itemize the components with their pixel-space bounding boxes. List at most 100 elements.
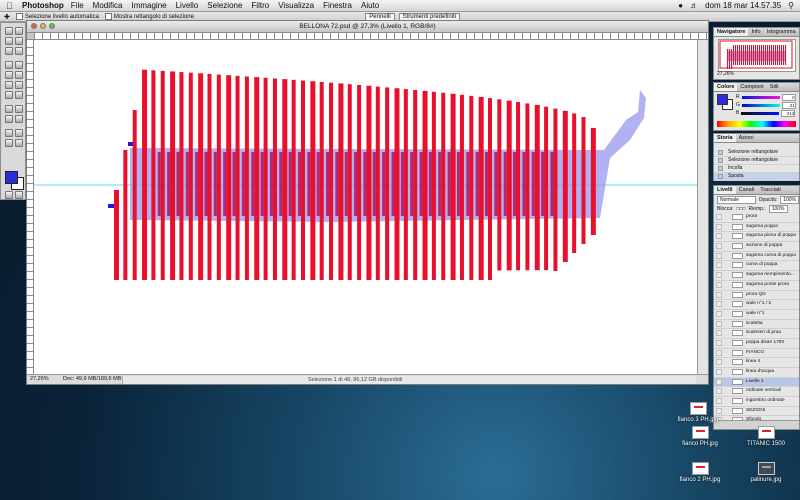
desktop-file-icon[interactable]: fianco PH.jpg (668, 426, 732, 447)
close-window-button[interactable] (31, 23, 37, 29)
slice-tool-icon[interactable] (15, 47, 23, 55)
layer-visibility-eye-icon[interactable] (716, 369, 722, 375)
move-tool-icon[interactable] (15, 27, 23, 35)
navigator-zoom-field[interactable]: 27,26% (717, 71, 734, 77)
zoom-level-field[interactable]: 27,26% (30, 375, 49, 384)
tab-channels[interactable]: Canali (736, 186, 758, 194)
layer-row[interactable]: scaletta (714, 320, 799, 330)
color-spectrum-bar[interactable] (717, 121, 796, 127)
layer-visibility-eye-icon[interactable] (716, 214, 722, 220)
lock-icon[interactable]: □□□ (736, 206, 745, 212)
layer-visibility-eye-icon[interactable] (716, 272, 722, 279)
red-channel-slider[interactable]: R 0 (736, 93, 796, 101)
layer-row[interactable]: wale n°1 (714, 310, 799, 320)
desktop-file-icon[interactable]: fianco 3 PH.jpg (666, 402, 730, 423)
history-item[interactable]: Selezione rettangolare (714, 157, 799, 165)
layer-visibility-eye-icon[interactable] (716, 349, 722, 356)
history-item[interactable]: Incolla (714, 165, 799, 173)
menu-finestra[interactable]: Finestra (323, 1, 352, 10)
tab-paths[interactable]: Tracciati (757, 186, 784, 194)
layer-visibility-eye-icon[interactable] (716, 223, 722, 230)
crop-tool-icon[interactable] (5, 47, 13, 55)
layer-visibility-eye-icon[interactable] (716, 243, 722, 250)
layer-row[interactable]: linea 4 (714, 358, 799, 368)
move-tool-icon[interactable]: ✚ (4, 13, 10, 21)
wifi-icon[interactable]: ● (678, 1, 683, 10)
red-value-input[interactable]: 0 (781, 93, 796, 101)
volume-icon[interactable]: ♬ (690, 1, 698, 10)
image-canvas[interactable] (34, 40, 698, 377)
layer-visibility-eye-icon[interactable] (716, 310, 722, 317)
layer-row[interactable]: sagoma curva di poppa (714, 252, 799, 262)
menu-aiuto[interactable]: Aiuto (361, 1, 379, 10)
zoom-tool-icon[interactable] (15, 139, 23, 147)
lasso-tool-icon[interactable] (5, 37, 13, 45)
layer-visibility-eye-icon[interactable] (716, 252, 722, 259)
layer-row[interactable]: curva di poppa (714, 261, 799, 272)
layer-visibility-eye-icon[interactable] (716, 301, 722, 308)
menu-selezione[interactable]: Selezione (207, 1, 242, 10)
notes-tool-icon[interactable] (5, 129, 13, 137)
layer-visibility-eye-icon[interactable] (716, 262, 722, 269)
green-channel-slider[interactable]: G 21 (736, 101, 796, 109)
layer-row[interactable]: linea d'acqua (714, 368, 799, 378)
tab-styles[interactable]: Stili (767, 83, 782, 91)
horizontal-ruler[interactable] (34, 33, 708, 40)
quick-mask-icon[interactable] (15, 191, 23, 199)
clock[interactable]: dom 18 mar 14.57.35 (705, 1, 781, 10)
desktop-folder-icon[interactable]: TITANIC 1500 (734, 426, 798, 447)
document-size-info[interactable]: Doc: 49,9 MB/189,6 MB (63, 375, 121, 384)
layer-visibility-eye-icon[interactable] (716, 281, 722, 288)
document-titlebar[interactable]: BELLONA 72.psd @ 27,3% (Livello 1, RGB/8… (27, 21, 708, 33)
tab-navigator[interactable]: Navigatore (714, 28, 749, 36)
menu-file[interactable]: File (71, 1, 84, 10)
tab-actions[interactable]: Azioni (736, 134, 757, 142)
menu-visualizza[interactable]: Visualizza (278, 1, 314, 10)
type-tool-icon[interactable] (15, 105, 23, 113)
hand-tool-icon[interactable] (5, 139, 13, 147)
menu-modifica[interactable]: Modifica (93, 1, 123, 10)
healing-brush-tool-icon[interactable] (5, 61, 13, 69)
desktop-file-icon[interactable]: fianco 2 PH.jpg (668, 462, 732, 483)
show-bounds-checkbox[interactable] (104, 13, 112, 20)
layer-row[interactable]: poppa disan 1780 (714, 339, 799, 349)
layer-visibility-eye-icon[interactable] (716, 330, 722, 337)
layer-row[interactable]: sagoma piena di poppa (714, 232, 799, 243)
path-selection-tool-icon[interactable] (5, 105, 13, 113)
layer-row[interactable]: sagoma riempimento... (714, 271, 799, 281)
brush-tool-icon[interactable] (15, 61, 23, 69)
magic-wand-tool-icon[interactable] (15, 37, 23, 45)
menu-livello[interactable]: Livello (176, 1, 199, 10)
marquee-tool-icon[interactable] (5, 27, 13, 35)
history-item[interactable]: Selezione rettangolare (714, 149, 799, 157)
spotlight-icon[interactable]: ⚲ (788, 1, 794, 10)
layer-row[interactable]: sezione di poppa (714, 242, 799, 252)
layer-row[interactable]: wale n°1 / 2 (714, 300, 799, 310)
gradient-tool-icon[interactable] (15, 81, 23, 89)
navigator-thumbnail[interactable] (718, 39, 796, 72)
zoom-window-button[interactable] (49, 23, 55, 29)
blue-channel-slider[interactable]: B 213 (736, 109, 796, 117)
tab-histogram[interactable]: Istogramma (764, 28, 799, 36)
layer-row[interactable]: sagoma poppa (714, 223, 799, 233)
layer-visibility-eye-icon[interactable] (716, 320, 722, 327)
layer-row[interactable]: Livello 1 (714, 377, 799, 388)
foreground-color-swatch[interactable] (5, 171, 18, 184)
tab-history[interactable]: Storia (714, 134, 736, 142)
foreground-color-swatch[interactable] (717, 94, 728, 105)
history-item[interactable]: Sposta (714, 173, 799, 181)
blend-mode-select[interactable]: Normale (717, 195, 756, 204)
apple-menu-icon[interactable]:  (6, 1, 18, 11)
eyedropper-tool-icon[interactable] (15, 129, 23, 137)
layer-visibility-eye-icon[interactable] (716, 388, 722, 395)
tab-swatches[interactable]: Campioni (737, 83, 766, 91)
vertical-scrollbar[interactable] (697, 40, 708, 374)
opacity-input[interactable]: 100% (780, 195, 799, 204)
layer-row[interactable]: FIANCO (714, 349, 799, 359)
standard-mode-icon[interactable] (5, 191, 13, 199)
horizontal-scrollbar[interactable] (122, 376, 696, 384)
desktop-file-icon[interactable]: palinure.jpg (734, 462, 798, 483)
fill-input[interactable]: 100% (768, 204, 788, 213)
menu-immagine[interactable]: Immagine (131, 1, 166, 10)
app-menu[interactable]: Photoshop (22, 1, 64, 10)
